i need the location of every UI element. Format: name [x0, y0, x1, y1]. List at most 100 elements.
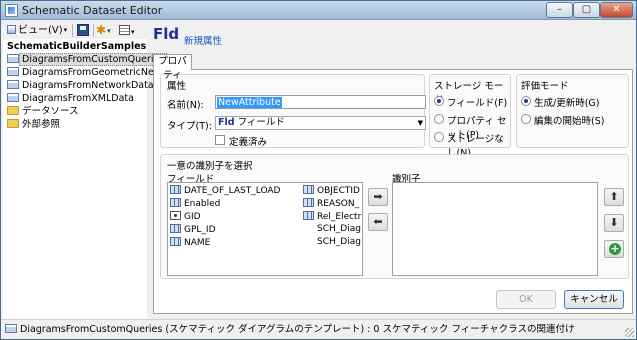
table-field-icon	[170, 237, 181, 246]
name-input[interactable]: NewAttribute	[215, 95, 426, 109]
field-item-label: OBJECTID	[317, 186, 360, 196]
tree-item-diagrams-from-xml-data[interactable]: DiagramsFromXMLData	[7, 92, 134, 105]
tree-item-label: DiagramsFromNetworkDataset	[22, 80, 169, 91]
eval-on-edit-start-label: 編集の開始時(S)	[534, 116, 605, 127]
field-item-label: DATE_OF_LAST_LOAD	[184, 186, 281, 196]
view-menu-label: ビュー(V)	[18, 25, 63, 36]
view-icon	[7, 25, 16, 34]
tree-item-diagrams-from-network-dataset[interactable]: DiagramsFromNetworkDataset	[7, 79, 168, 92]
dataset-icon	[5, 324, 17, 333]
table-field-icon	[303, 198, 314, 207]
dataset-tree: SchematicBuilderSamples DiagramsFromCust…	[3, 39, 181, 319]
table-field-icon	[170, 224, 181, 233]
generate-button[interactable]: ✱▾	[96, 22, 116, 38]
field-item[interactable]: GID	[170, 211, 300, 223]
storage-field-radio[interactable]	[434, 96, 444, 106]
add-identifier-button[interactable]: ➡	[368, 188, 388, 206]
add-circle-icon: +	[609, 242, 621, 255]
field-item-label: Rel_Electri	[317, 212, 362, 222]
properties-pane: Fld 新規属性 プロパティ 属性 名前(N): NewAttribute タイ…	[149, 21, 636, 319]
cancel-button[interactable]: キャンセル	[564, 290, 624, 309]
tree-item-label: 外部参照	[22, 119, 61, 130]
chevron-down-icon: ▼	[417, 119, 423, 127]
title-bar: Schematic Dataset Editor – ▢ ✕	[1, 1, 636, 20]
close-button[interactable]: ✕	[600, 2, 633, 18]
type-dropdown[interactable]: Fld フィールド ▼	[215, 116, 426, 130]
field-item-label: REASON_	[317, 199, 360, 209]
gid-icon	[170, 211, 181, 220]
save-button[interactable]	[77, 22, 91, 38]
defined-checkbox[interactable]	[215, 135, 225, 145]
tree-item-diagrams-from-custom-queries[interactable]: DiagramsFromCustomQueries	[7, 53, 168, 66]
evaluation-mode-group: 評価モード 生成/更新時(G) 編集の開始時(S)	[516, 74, 629, 148]
arrow-up-icon: ⬆	[609, 190, 619, 203]
table-field-icon	[170, 185, 181, 194]
type-value: フィールド	[237, 117, 285, 128]
layout-icon	[119, 25, 130, 35]
app-icon	[5, 4, 18, 17]
arrow-down-icon: ⬇	[609, 216, 619, 229]
field-item-label: GPL_ID	[184, 225, 216, 235]
add-button[interactable]: +	[604, 240, 624, 258]
field-item[interactable]: OBJECTID	[303, 185, 362, 197]
layout-button[interactable]: ▾	[119, 22, 139, 38]
table-field-icon	[303, 185, 314, 194]
unique-identifier-title: 一意の識別子を選択	[167, 161, 253, 172]
move-down-button[interactable]: ⬇	[604, 214, 624, 232]
identifiers-list[interactable]	[392, 182, 598, 276]
field-item[interactable]: Enabled	[170, 198, 300, 210]
resize-grip[interactable]	[625, 328, 634, 337]
folder-icon	[7, 106, 19, 115]
maximize-button[interactable]: ▢	[573, 2, 600, 18]
toolbar: ビュー(V)▾ ✱▾ ▾	[1, 21, 149, 39]
minimize-button[interactable]: –	[546, 2, 573, 18]
name-label: 名前(N):	[167, 100, 204, 111]
storage-mode-group: ストレージ モード フィールド(F) プロパティ セット(P) ストレージなし(…	[429, 74, 511, 159]
type-label: タイプ(T):	[167, 121, 212, 132]
chevron-down-icon: ▾	[107, 27, 111, 35]
storage-none-radio[interactable]	[434, 132, 444, 142]
arrow-left-icon: ⬅	[373, 215, 383, 228]
tree-item-external-references[interactable]: 外部参照	[7, 118, 60, 131]
tree-item-data-sources[interactable]: データソース	[7, 105, 79, 118]
storage-field-label: フィールド(F)	[447, 98, 508, 109]
tree-item-label: DiagramsFromXMLData	[22, 93, 134, 104]
field-item-label: Enabled	[184, 199, 221, 209]
editor-window: Schematic Dataset Editor – ▢ ✕ ビュー(V)▾ ✱…	[0, 0, 637, 340]
field-item[interactable]: SCH_Diag	[317, 224, 362, 235]
eval-on-generate-label: 生成/更新時(G)	[534, 98, 600, 109]
move-up-button[interactable]: ⬆	[604, 188, 624, 206]
dataset-icon	[7, 80, 19, 89]
field-item[interactable]: REASON_	[303, 198, 362, 210]
field-item-label: SCH_Diag	[317, 237, 361, 247]
dataset-icon	[7, 67, 19, 76]
tree-item-label: DiagramsFromCustomQueries	[19, 53, 168, 66]
chevron-down-icon: ▾	[63, 26, 68, 34]
folder-icon	[7, 119, 19, 128]
eval-on-edit-start-radio[interactable]	[521, 114, 531, 124]
field-item[interactable]: SCH_Diag	[317, 237, 362, 248]
dataset-icon	[7, 93, 19, 102]
field-item[interactable]: GPL_ID	[170, 224, 300, 236]
remove-identifier-button[interactable]: ⬅	[368, 213, 388, 231]
floppy-disk-icon	[77, 24, 89, 36]
field-item-label: GID	[184, 212, 201, 222]
name-input-value: NewAttribute	[217, 97, 282, 108]
window-title: Schematic Dataset Editor	[22, 4, 163, 17]
fields-list[interactable]: DATE_OF_LAST_LOAD Enabled GID GPL_ID NAM…	[167, 182, 363, 276]
field-item[interactable]: NAME	[170, 237, 300, 249]
eval-on-generate-radio[interactable]	[521, 96, 531, 106]
field-item[interactable]: Rel_Electri	[303, 211, 362, 223]
tab-properties[interactable]: プロパティ	[153, 54, 192, 81]
unique-identifier-group: 一意の識別子を選択 フィールド 識別子 DATE_OF_LAST_LOAD En…	[160, 154, 629, 279]
storage-property-set-radio[interactable]	[434, 114, 444, 124]
view-menu-button[interactable]: ビュー(V)▾	[7, 22, 69, 38]
field-item[interactable]: DATE_OF_LAST_LOAD	[170, 185, 300, 197]
tree-root[interactable]: SchematicBuilderSamples	[7, 40, 146, 53]
toolbar-separator	[93, 24, 94, 37]
field-item-label: NAME	[184, 238, 211, 248]
ok-button[interactable]: OK	[496, 290, 556, 309]
status-bar: DiagramsFromCustomQueries (スケマティック ダイアグラ…	[1, 319, 636, 339]
properties-tab-panel: 属性 名前(N): NewAttribute タイプ(T): Fld フィールド…	[153, 69, 633, 314]
defined-label: 定義済み	[229, 137, 268, 148]
